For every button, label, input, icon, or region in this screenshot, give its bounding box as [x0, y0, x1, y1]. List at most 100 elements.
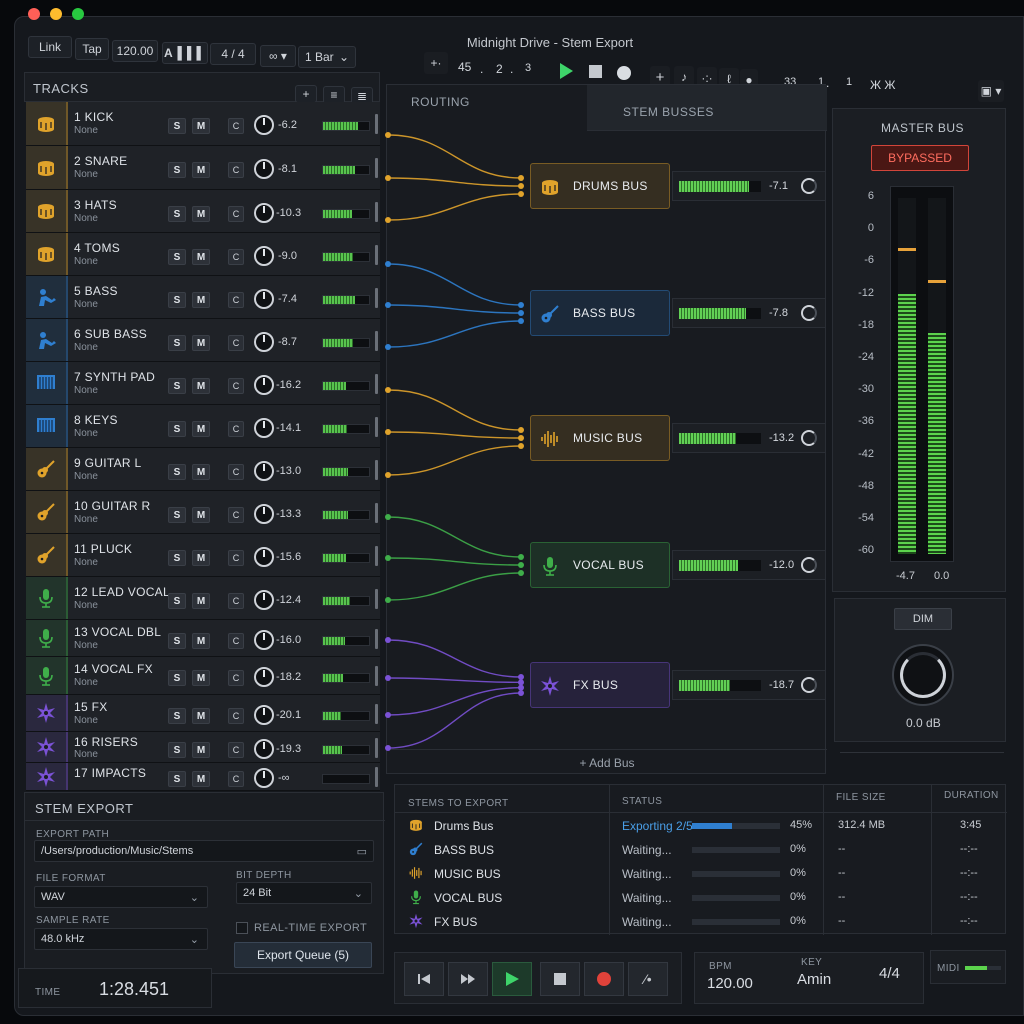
- cable-input-dot: [518, 318, 524, 324]
- queue-duration: --:--: [960, 867, 978, 879]
- cable-input-dot: [518, 684, 524, 691]
- routing-cable: [387, 389, 522, 431]
- export-path-field[interactable]: /Users/production/Music/Stems ▭: [34, 840, 374, 862]
- fast-forward-icon[interactable]: [448, 962, 488, 996]
- cable-input-dot: [518, 443, 524, 449]
- cable-source-dot: [385, 132, 391, 138]
- queue-file-size: --: [838, 915, 846, 927]
- col-stems: STEMS TO EXPORT: [408, 798, 509, 809]
- queue-row[interactable]: MUSIC BUS Waiting... 0% -- --:--: [398, 862, 1006, 886]
- queue-row[interactable]: Drums Bus Exporting 2/5 45% 312.4 MB 3:4…: [398, 814, 1006, 838]
- bus-level-meter: [679, 181, 761, 192]
- queue-stem-name: VOCAL BUS: [434, 891, 503, 905]
- queue-stem-name: MUSIC BUS: [434, 867, 501, 881]
- folder-icon[interactable]: ▭: [357, 845, 367, 858]
- routing-cable: [387, 263, 522, 306]
- microphone-icon: [408, 889, 424, 908]
- queue-progress-bar: [692, 895, 780, 901]
- drum-icon: [408, 817, 424, 836]
- cable-source-dot: [385, 712, 391, 718]
- master-scale-label: 6: [867, 190, 874, 202]
- cable-input-dot: [518, 310, 524, 316]
- file-format-select[interactable]: WAV ⌄: [34, 886, 208, 908]
- queue-duration: --:--: [960, 843, 978, 855]
- record-button[interactable]: [584, 962, 624, 996]
- bypassed-button[interactable]: BYPASSED: [871, 145, 969, 171]
- dim-knob[interactable]: [892, 644, 954, 706]
- cable-source-dot: [385, 429, 391, 435]
- bus-volume-knob[interactable]: [801, 305, 817, 321]
- export-queue-button[interactable]: Export Queue (5): [234, 942, 372, 968]
- queue-row[interactable]: VOCAL BUS Waiting... 0% -- --:--: [398, 886, 1006, 910]
- cable-source-dot: [385, 597, 391, 603]
- routing-cable: [387, 686, 522, 716]
- export-path-label: EXPORT PATH: [36, 829, 110, 840]
- midi-label: MIDI: [937, 963, 960, 974]
- stop-button[interactable]: [540, 962, 580, 996]
- master-meter-right: [928, 198, 946, 554]
- sample-rate-value: 48.0 kHz: [41, 933, 85, 945]
- bus-volume-value: -7.1: [769, 180, 788, 192]
- queue-percent: 45%: [790, 819, 813, 831]
- bit-depth-select[interactable]: 24 Bit ⌄: [236, 882, 372, 904]
- sample-rate-select[interactable]: 48.0 kHz ⌄: [34, 928, 208, 950]
- queue-status: Waiting...: [622, 867, 672, 881]
- waveform-icon: [539, 428, 561, 450]
- bus-volume-knob[interactable]: [801, 178, 817, 194]
- cable-source-dot: [385, 514, 391, 520]
- cable-source-dot: [385, 745, 391, 751]
- session-info: BPM 120.00 KEY Amin 4/4: [694, 952, 924, 1004]
- routing-cable: [387, 677, 522, 684]
- queue-row[interactable]: FX BUS Waiting... 0% -- --:--: [398, 910, 1006, 934]
- queue-progress-bar: [692, 919, 780, 925]
- stem-bus[interactable]: VOCAL BUS: [530, 542, 670, 588]
- realtime-export-checkbox[interactable]: [236, 922, 248, 934]
- realtime-export-label: REAL-TIME EXPORT: [254, 922, 368, 934]
- bus-volume-knob[interactable]: [801, 557, 817, 573]
- stem-export-title: STEM EXPORT: [35, 801, 134, 816]
- queue-progress-bar: [692, 823, 780, 829]
- bus-volume-value: -18.7: [769, 679, 795, 691]
- routing-cable: [387, 516, 522, 558]
- queue-status: Waiting...: [622, 891, 672, 905]
- routing-cable: [387, 572, 522, 601]
- chevron-down-icon: ⌄: [189, 933, 199, 946]
- waveform-icon: [408, 865, 424, 884]
- loop-icon[interactable]: ⁄•: [628, 962, 668, 996]
- divider: [840, 752, 1004, 753]
- stem-bus[interactable]: BASS BUS: [530, 290, 670, 336]
- bus-channel-strip: -7.8: [672, 298, 826, 328]
- queue-percent: 0%: [790, 915, 806, 927]
- master-left-value: -4.7: [896, 570, 915, 582]
- stem-bus[interactable]: MUSIC BUS: [530, 415, 670, 461]
- dim-button[interactable]: DIM: [894, 608, 952, 630]
- cable-input-dot: [518, 427, 524, 433]
- routing-cable: [387, 193, 522, 221]
- queue-duration: 3:45: [960, 819, 982, 831]
- bus-channel-strip: -12.0: [672, 550, 826, 580]
- master-scale-label: -48: [858, 479, 874, 492]
- master-scale-label: -30: [858, 383, 874, 396]
- cable-source-dot: [385, 302, 391, 308]
- bus-name: VOCAL BUS: [573, 558, 644, 572]
- stem-bus[interactable]: FX BUS: [530, 662, 670, 708]
- master-scale-label: -24: [858, 351, 874, 363]
- bus-volume-knob[interactable]: [801, 677, 817, 693]
- col-file-size: FILE SIZE: [836, 792, 886, 803]
- bus-name: BASS BUS: [573, 306, 636, 320]
- play-button[interactable]: [492, 962, 532, 996]
- master-scale-label: -12: [858, 286, 874, 299]
- master-scale-label: -60: [858, 544, 874, 557]
- bus-volume-value: -13.2: [769, 432, 795, 444]
- cable-input-dot: [518, 435, 524, 441]
- queue-file-size: 312.4 MB: [838, 819, 886, 831]
- skip-back-icon[interactable]: [404, 962, 444, 996]
- stem-bus[interactable]: DRUMS BUS: [530, 163, 670, 209]
- time-value: 1:28.451: [99, 979, 170, 999]
- guitar-icon: [408, 841, 424, 860]
- master-bus-title: MASTER BUS: [881, 121, 965, 135]
- key-label: KEY: [801, 957, 823, 968]
- guitar-icon: [539, 303, 561, 325]
- bus-volume-knob[interactable]: [801, 430, 817, 446]
- queue-row[interactable]: BASS BUS Waiting... 0% -- --:--: [398, 838, 1006, 862]
